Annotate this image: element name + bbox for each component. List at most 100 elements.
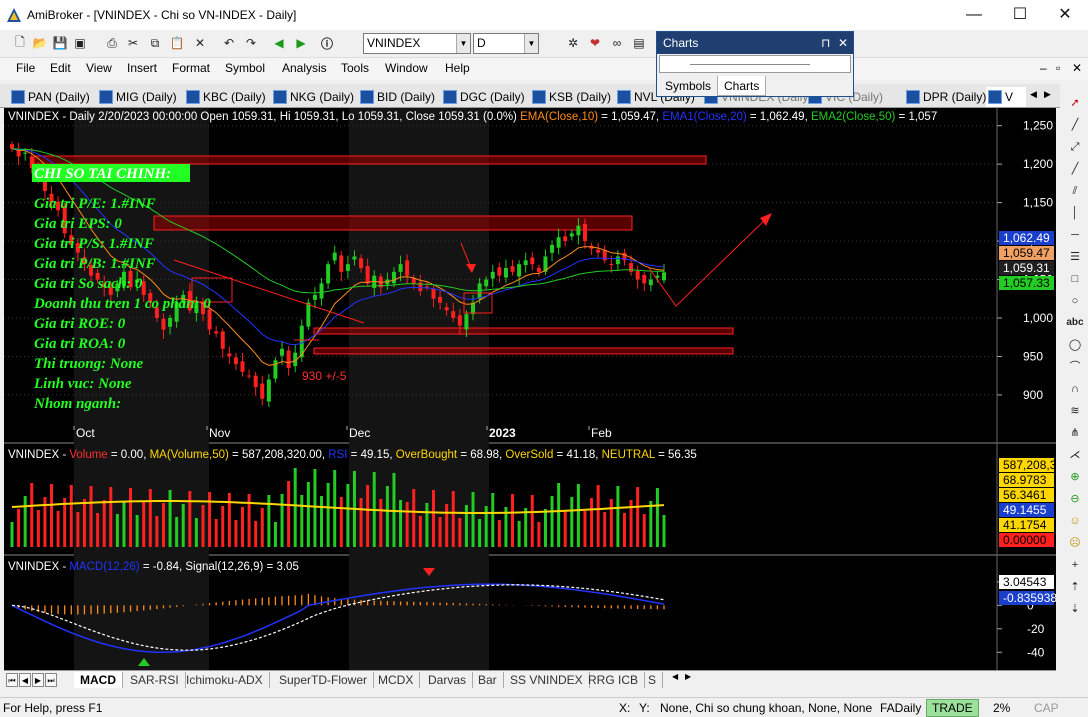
volume-bar[interactable] (56, 511, 60, 547)
menu-edit[interactable]: Edit (50, 61, 71, 75)
volume-bar[interactable] (129, 488, 133, 547)
circle-icon[interactable]: ◯ (1066, 336, 1084, 354)
support-zone[interactable] (33, 155, 707, 165)
candle-body[interactable] (490, 271, 495, 279)
candle-body[interactable] (405, 260, 410, 276)
delete-icon[interactable]: ✕ (191, 34, 209, 52)
candle-body[interactable] (582, 223, 587, 242)
candle-body[interactable] (312, 294, 317, 300)
ray-icon[interactable]: ⤢ (1066, 138, 1084, 156)
candle-body[interactable] (168, 318, 173, 327)
volume-bar[interactable] (194, 518, 198, 547)
chart-tab[interactable]: DGC (Daily) (441, 87, 525, 107)
volume-bar[interactable] (339, 497, 343, 547)
chart-tab[interactable]: MIG (Daily) (97, 87, 177, 107)
undo-icon[interactable]: ↶ (220, 34, 238, 52)
candle-body[interactable] (451, 311, 456, 318)
volume-bar[interactable] (622, 513, 626, 547)
volume-bar[interactable] (260, 508, 264, 547)
close-button[interactable]: ✕ (1042, 0, 1088, 30)
volume-bar[interactable] (76, 512, 80, 547)
candle-body[interactable] (319, 283, 324, 299)
volume-bar[interactable] (273, 522, 277, 547)
volume-bar[interactable] (142, 502, 146, 547)
candle-body[interactable] (266, 379, 271, 402)
sheet-tab[interactable]: MCDX (372, 672, 421, 688)
candle-body[interactable] (306, 302, 311, 327)
channel-icon[interactable]: ⫽ (1066, 182, 1084, 200)
candle-body[interactable] (642, 274, 647, 284)
candle-body[interactable] (556, 237, 561, 248)
arc-icon[interactable]: ⌒ (1066, 358, 1084, 376)
menu-analysis[interactable]: Analysis (282, 61, 327, 75)
gear-icon[interactable]: ✲ (564, 34, 582, 52)
volume-bar[interactable] (89, 486, 93, 547)
menu-symbol[interactable]: Symbol (225, 61, 265, 75)
volume-bar[interactable] (23, 496, 27, 547)
cycle-icon[interactable]: ∩ (1066, 380, 1084, 398)
candle-body[interactable] (280, 348, 285, 356)
candle-body[interactable] (662, 272, 666, 281)
prev-sheet-icon[interactable]: ◀ (19, 673, 31, 687)
heart-icon[interactable]: ❤ (586, 34, 604, 52)
sheet-tab[interactable]: Ichimoku-ADX (180, 672, 270, 688)
volume-bar[interactable] (543, 509, 547, 547)
volume-bar[interactable] (458, 518, 462, 547)
candle-body[interactable] (457, 315, 462, 326)
menu-window[interactable]: Window (385, 61, 428, 75)
volume-bar[interactable] (287, 481, 291, 547)
volume-bar[interactable] (359, 498, 363, 547)
volume-bar[interactable] (214, 519, 218, 547)
volume-bar[interactable] (234, 520, 238, 547)
volume-bar[interactable] (267, 495, 271, 547)
candle-body[interactable] (260, 383, 265, 399)
candle-body[interactable] (484, 279, 489, 287)
sheet-scroll-left-icon[interactable]: ◀ (672, 672, 678, 681)
volume-bar[interactable] (471, 492, 475, 547)
print-icon[interactable]: ⎙ (103, 34, 121, 52)
candle-body[interactable] (503, 268, 508, 278)
smile-icon[interactable]: ☺ (1066, 512, 1084, 530)
volume-bar[interactable] (115, 514, 119, 547)
support-zone[interactable] (153, 215, 633, 231)
volume-bar[interactable] (201, 505, 205, 547)
volume-bar[interactable] (168, 490, 172, 547)
volume-bar[interactable] (155, 516, 159, 547)
volume-bar[interactable] (530, 495, 534, 547)
support-zone[interactable] (313, 327, 734, 335)
volume-bar[interactable] (17, 509, 21, 547)
zoom-in-icon[interactable]: ⊕ (1066, 468, 1084, 486)
line-icon[interactable]: ╱ (1066, 160, 1084, 178)
candle-body[interactable] (517, 264, 522, 277)
volume-bar[interactable] (50, 484, 54, 547)
volume-bar[interactable] (82, 499, 86, 547)
volume-bar[interactable] (517, 521, 521, 547)
menu-tools[interactable]: Tools (341, 61, 369, 75)
sheet-tab[interactable]: SS VNINDEX (504, 672, 590, 688)
tab-scroll-left-icon[interactable]: ◀ (1030, 89, 1037, 100)
candle-body[interactable] (332, 252, 337, 261)
volume-bar[interactable] (280, 494, 284, 547)
candle-body[interactable] (609, 264, 614, 265)
candle-body[interactable] (233, 357, 238, 365)
candle-body[interactable] (550, 244, 555, 253)
volume-bar[interactable] (208, 492, 212, 547)
candle-body[interactable] (510, 266, 515, 272)
volume-bar[interactable] (438, 517, 442, 547)
chart-tab[interactable]: BID (Daily) (358, 87, 435, 107)
back-icon[interactable]: ◀ (270, 34, 288, 52)
candle-body[interactable] (576, 225, 581, 236)
volume-bar[interactable] (425, 503, 429, 547)
candle-body[interactable] (536, 267, 541, 272)
redo-icon[interactable]: ↷ (242, 34, 260, 52)
mdi-restore-button[interactable]: ▫ (1056, 61, 1060, 75)
volume-bar[interactable] (379, 499, 383, 547)
chevron-down-icon[interactable]: ▼ (456, 34, 470, 53)
volume-bar[interactable] (69, 485, 73, 547)
candle-body[interactable] (214, 331, 219, 334)
volume-bar[interactable] (550, 496, 554, 547)
volume-bar[interactable] (313, 469, 317, 547)
candle-body[interactable] (523, 260, 528, 266)
sheet-tab[interactable]: RRG ICB (582, 672, 646, 688)
candle-body[interactable] (286, 350, 291, 368)
